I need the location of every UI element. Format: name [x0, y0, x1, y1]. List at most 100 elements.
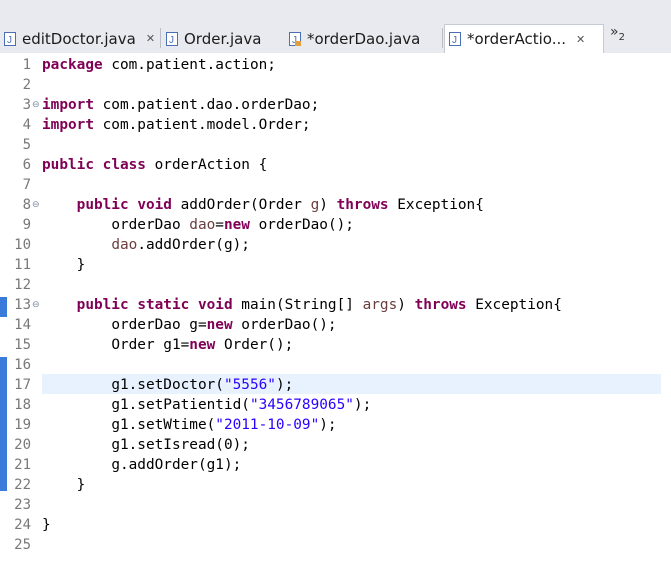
code-text: ) — [397, 297, 415, 313]
code-editor[interactable]: 1 2 3 ⊖ 4 5 6 7 8 ⊖ 9 10 11 12 13 ⊖ 14 1… — [0, 53, 671, 570]
tab-label: *orderDao.java — [307, 29, 421, 48]
close-icon[interactable]: ✕ — [146, 32, 155, 45]
line-number: 12 — [14, 277, 31, 293]
keyword: import — [42, 117, 94, 133]
code-text: g1.setIsread(0); — [111, 437, 250, 453]
code-text: orderDao(); — [249, 217, 354, 233]
string-literal: "5556" — [223, 377, 276, 393]
line-number: 24 — [14, 517, 31, 533]
code-text: orderDao(); — [232, 317, 337, 333]
line-number: 13 — [14, 297, 31, 313]
line-number: 21 — [14, 457, 31, 473]
code-text: ) — [319, 197, 337, 213]
local-variable: dao — [189, 217, 216, 233]
svg-text:J: J — [452, 35, 457, 46]
code-text: com.patient.dao.orderDao; — [93, 97, 320, 113]
code-text: ); — [353, 397, 372, 413]
fold-collapse-icon[interactable]: ⊖ — [32, 95, 40, 115]
line-number: 3 — [22, 97, 31, 113]
line-number: 8 — [22, 197, 31, 213]
line-number: 1 — [22, 57, 31, 73]
line-number: 9 — [22, 217, 31, 233]
keyword: import — [42, 97, 94, 113]
code-line: g.addOrder(g1); — [42, 455, 241, 475]
code-text: Exception{ — [466, 297, 562, 313]
code-line: g1.setWtime("2011-10-09"); — [42, 415, 336, 435]
keyword: new — [189, 337, 216, 353]
string-literal: "2011-10-09" — [215, 417, 320, 433]
line-number: 25 — [14, 537, 31, 553]
line-number: 6 — [22, 157, 31, 173]
keyword: package — [42, 57, 103, 73]
line-number: 7 — [22, 177, 31, 193]
code-line: public class orderAction { — [42, 155, 267, 175]
editor-tab-bar: J editDoctor.java ✕ J Order.java J *orde… — [0, 0, 671, 53]
keyword: public — [42, 157, 94, 173]
code-line: } — [42, 475, 86, 495]
code-text: orderDao g= — [111, 317, 207, 333]
code-text: g1.setPatientid( — [111, 397, 250, 413]
code-line: import com.patient.dao.orderDao; — [42, 95, 319, 115]
tab-label: *orderActio... — [467, 30, 567, 48]
change-marker — [0, 297, 7, 317]
code-text: Exception{ — [388, 197, 484, 213]
svg-text:J: J — [7, 35, 12, 46]
keyword: new — [223, 217, 250, 233]
code-text: com.patient.model.Order; — [93, 117, 311, 133]
line-number: 16 — [14, 357, 31, 373]
tab-overflow-button[interactable]: »2 — [610, 24, 625, 43]
fold-collapse-icon[interactable]: ⊖ — [32, 195, 40, 215]
tab-order[interactable]: J Order.java — [162, 24, 280, 53]
string-literal: "3456789065" — [249, 397, 354, 413]
code-text: } — [76, 257, 86, 273]
tab-orderaction[interactable]: J *orderActio... ✕ — [444, 24, 604, 53]
change-marker — [0, 357, 7, 491]
line-number: 23 — [14, 497, 31, 513]
line-number: 5 — [22, 137, 31, 153]
line-number: 18 — [14, 397, 31, 413]
tab-separator — [160, 28, 161, 48]
keyword: public — [76, 197, 129, 213]
keyword: static — [137, 297, 190, 313]
keyword: new — [206, 317, 233, 333]
code-line: g1.setDoctor("5556"); — [42, 375, 293, 395]
line-number-gutter: 1 2 3 ⊖ 4 5 6 7 8 ⊖ 9 10 11 12 13 ⊖ 14 1… — [9, 53, 39, 570]
keyword: class — [102, 157, 146, 173]
code-text: } — [42, 517, 51, 533]
line-number: 10 — [14, 237, 31, 253]
code-line: g1.setPatientid("3456789065"); — [42, 395, 371, 415]
code-text: g1.setWtime( — [111, 417, 216, 433]
java-file-icon: J — [449, 32, 461, 46]
code-line: package com.patient.action; — [42, 55, 276, 75]
code-line: import com.patient.model.Order; — [42, 115, 311, 135]
code-line: orderDao g=new orderDao(); — [42, 315, 337, 335]
code-text: = — [215, 217, 224, 233]
line-number: 19 — [14, 417, 31, 433]
keyword: throws — [414, 297, 467, 313]
code-text: ); — [275, 377, 294, 393]
close-icon[interactable]: ✕ — [576, 33, 585, 46]
code-text: orderAction { — [145, 157, 268, 173]
line-number: 14 — [14, 317, 31, 333]
code-text: main(String[] — [232, 297, 363, 313]
code-line: dao.addOrder(g); — [42, 235, 250, 255]
line-number: 11 — [14, 257, 31, 273]
keyword: void — [137, 197, 172, 213]
line-number: 20 — [14, 437, 31, 453]
tab-label: Order.java — [184, 29, 262, 48]
code-line: } — [42, 255, 86, 275]
code-area[interactable]: package com.patient.action; import com.p… — [42, 53, 671, 570]
code-text: addOrder(Order — [171, 197, 311, 213]
code-text: Order g1= — [111, 337, 190, 353]
code-line: Order g1=new Order(); — [42, 335, 293, 355]
tab-orderdao[interactable]: J *orderDao.java — [285, 24, 440, 53]
code-text: Order(); — [215, 337, 294, 353]
code-text: com.patient.action; — [102, 57, 276, 73]
svg-text:J: J — [169, 35, 174, 46]
line-number: 2 — [22, 77, 31, 93]
code-text: g1.setDoctor( — [111, 377, 224, 393]
tab-editdoctor[interactable]: J editDoctor.java ✕ — [0, 24, 158, 53]
fold-collapse-icon[interactable]: ⊖ — [32, 295, 40, 315]
java-file-icon: J — [4, 31, 16, 46]
parameter: args — [362, 297, 398, 313]
